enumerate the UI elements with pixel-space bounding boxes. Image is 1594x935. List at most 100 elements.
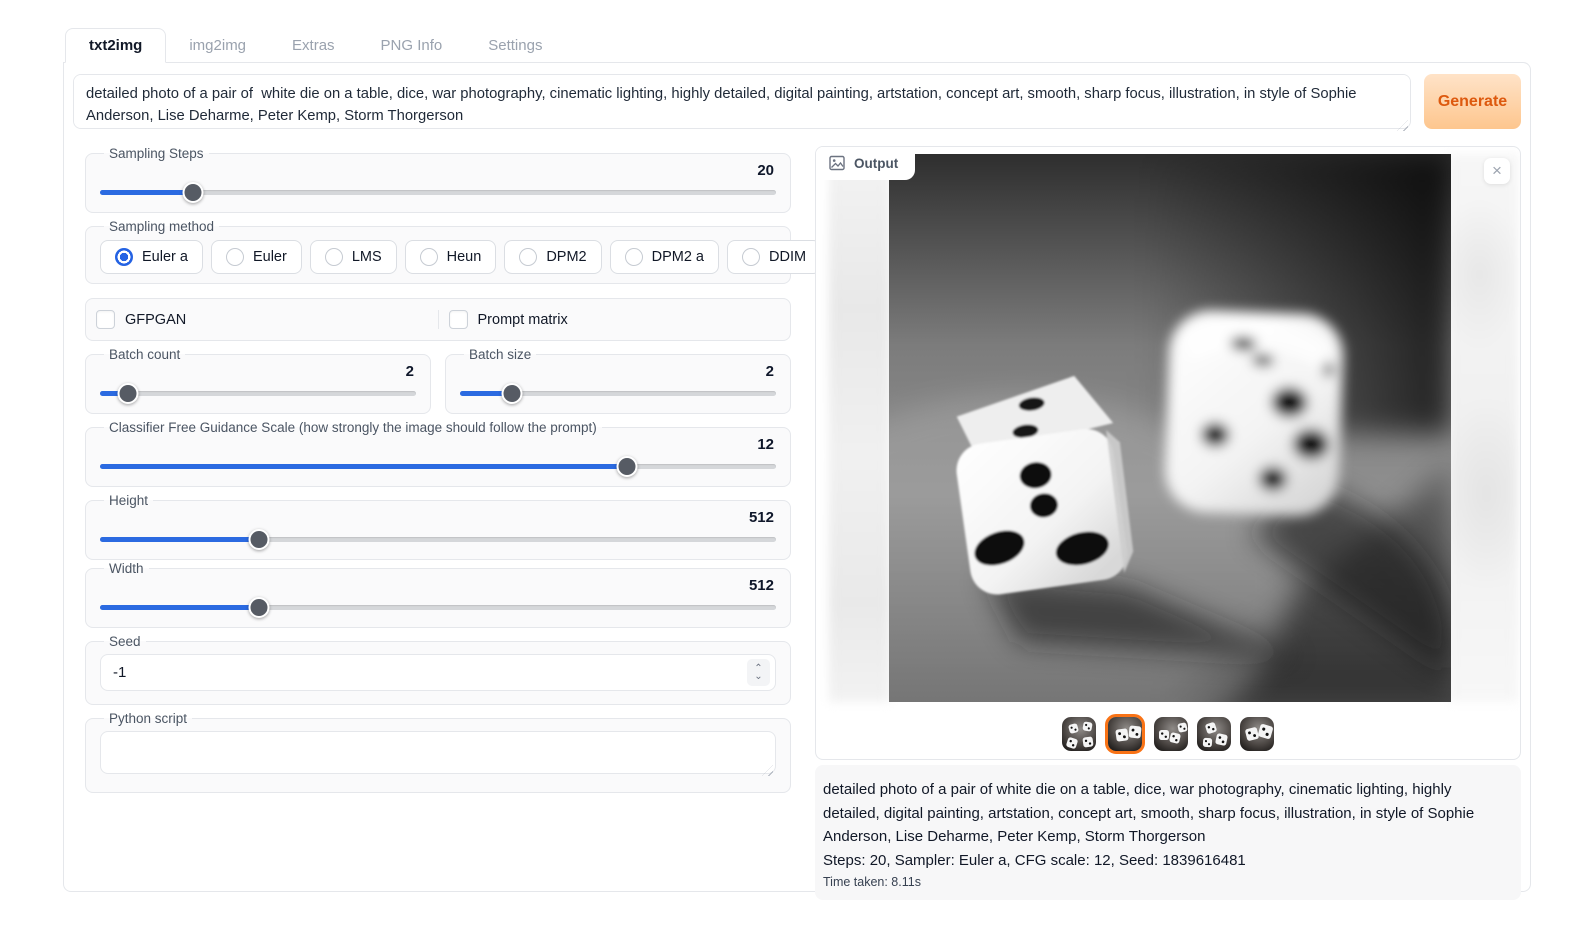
slider-track[interactable] (100, 391, 416, 396)
batch-count-slider[interactable] (100, 383, 416, 404)
radio-label: Heun (447, 249, 482, 265)
tab-settings[interactable]: Settings (465, 29, 565, 62)
seed-input[interactable] (100, 654, 776, 691)
gallery-thumbnail-dice-table[interactable] (1154, 717, 1188, 751)
height-value: 512 (100, 509, 774, 526)
batch-size-slider[interactable] (460, 383, 776, 404)
settings-column: Sampling Steps 20 Sampling method Euler … (73, 146, 791, 900)
toggle-row: GFPGAN Prompt matrix (85, 298, 791, 341)
tab-extras[interactable]: Extras (269, 29, 358, 62)
sampling-steps-slider[interactable] (100, 182, 776, 203)
prompt-box: detailed photo of a pair of white die on… (73, 74, 1411, 134)
radio-selected-icon (115, 248, 133, 266)
batch-size-value: 2 (460, 363, 774, 380)
gfpgan-checkbox[interactable]: GFPGAN (86, 310, 438, 329)
sampling-method-option[interactable]: Euler (211, 240, 302, 274)
checkbox-icon (96, 310, 115, 329)
image-icon (829, 155, 845, 171)
slider-fill (100, 464, 627, 469)
cfg-scale-label: Classifier Free Guidance Scale (how stro… (104, 420, 602, 435)
python-script-label: Python script (104, 711, 192, 726)
width-group: Width 512 (85, 561, 791, 628)
slider-thumb[interactable] (248, 529, 269, 550)
width-value: 512 (100, 577, 774, 594)
batch-count-value: 2 (100, 363, 414, 380)
width-slider[interactable] (100, 597, 776, 618)
radio-label: Euler a (142, 249, 188, 265)
checkbox-label: GFPGAN (125, 312, 186, 328)
gallery-thumbnail-dice-grid[interactable] (1062, 717, 1096, 751)
height-slider[interactable] (100, 529, 776, 550)
gallery-thumbnail-dice-spill[interactable] (1197, 717, 1231, 751)
gallery-thumbnails (816, 713, 1520, 755)
slider-fill (100, 537, 259, 542)
slider-thumb[interactable] (118, 383, 139, 404)
radio-icon (519, 248, 537, 266)
generated-image[interactable] (889, 154, 1451, 702)
batch-count-label: Batch count (104, 347, 185, 362)
height-label: Height (104, 493, 153, 508)
tab-img2img[interactable]: img2img (166, 29, 269, 62)
batch-count-group: Batch count 2 (85, 347, 431, 414)
sampling-method-label: Sampling method (104, 219, 219, 234)
checkbox-icon (449, 310, 468, 329)
radio-icon (226, 248, 244, 266)
output-gallery: Output × (815, 146, 1521, 760)
batch-size-label: Batch size (464, 347, 536, 362)
sampling-method-option[interactable]: Euler a (100, 240, 203, 274)
radio-icon (625, 248, 643, 266)
sampling-method-option[interactable]: LMS (310, 240, 397, 274)
radio-icon (325, 248, 343, 266)
sampling-method-option[interactable]: Heun (405, 240, 497, 274)
batch-size-group: Batch size 2 (445, 347, 791, 414)
seed-group: Seed ⌃ ⌄ (85, 634, 791, 705)
stepper-down-icon[interactable]: ⌄ (754, 673, 762, 681)
sampling-method-option[interactable]: DPM2 (504, 240, 601, 274)
sampling-steps-group: Sampling Steps 20 (85, 146, 791, 213)
sampling-steps-label: Sampling Steps (104, 146, 209, 161)
sampling-method-option[interactable]: DPM2 a (610, 240, 719, 274)
output-params-text: Steps: 20, Sampler: Euler a, CFG scale: … (823, 849, 1509, 873)
output-column: Output × (815, 146, 1521, 900)
tab-png-info[interactable]: PNG Info (358, 29, 466, 62)
slider-thumb[interactable] (502, 383, 523, 404)
prompt-matrix-checkbox[interactable]: Prompt matrix (438, 310, 791, 329)
output-label: Output (854, 156, 898, 171)
width-label: Width (104, 561, 149, 576)
radio-label: LMS (352, 249, 382, 265)
sampling-steps-value: 20 (100, 162, 774, 179)
checkbox-label: Prompt matrix (478, 312, 568, 328)
sampling-method-option[interactable]: DDIM (727, 240, 821, 274)
seed-label: Seed (104, 634, 146, 649)
radio-icon (742, 248, 760, 266)
cfg-scale-group: Classifier Free Guidance Scale (how stro… (85, 420, 791, 487)
txt2img-panel: detailed photo of a pair of white die on… (63, 62, 1531, 892)
slider-fill (100, 190, 193, 195)
generate-button[interactable]: Generate (1424, 74, 1521, 129)
slider-fill (100, 605, 259, 610)
gallery-blur-left (829, 154, 890, 702)
gallery-thumbnail-dice-pair[interactable] (1105, 714, 1145, 754)
radio-icon (420, 248, 438, 266)
radio-label: DDIM (769, 249, 806, 265)
seed-stepper[interactable]: ⌃ ⌄ (747, 659, 770, 686)
height-group: Height 512 (85, 493, 791, 560)
python-script-input[interactable] (100, 731, 776, 774)
gallery-thumbnail-dice-roll[interactable] (1240, 717, 1274, 751)
close-icon[interactable]: × (1484, 158, 1510, 184)
sampling-method-group: Sampling method Euler a Euler LMS Heun DPM2 D… (85, 219, 791, 284)
tab-txt2img[interactable]: txt2img (65, 28, 166, 63)
cfg-scale-value: 12 (100, 436, 774, 453)
cfg-scale-slider[interactable] (100, 456, 776, 477)
slider-thumb[interactable] (248, 597, 269, 618)
sampling-method-options: Euler aEulerLMSHeunDPM2DPM2 aDDIMPLMS (100, 240, 776, 274)
python-script-group: Python script (85, 711, 791, 793)
output-time-text: Time taken: 8.11s (823, 875, 1509, 889)
gallery-blur-right (1448, 154, 1518, 702)
gallery-stage: Output × (816, 147, 1520, 702)
output-label-chip: Output (816, 147, 915, 180)
radio-label: DPM2 a (652, 249, 704, 265)
slider-thumb[interactable] (182, 182, 203, 203)
slider-thumb[interactable] (617, 456, 638, 477)
prompt-input[interactable]: detailed photo of a pair of white die on… (73, 74, 1411, 129)
